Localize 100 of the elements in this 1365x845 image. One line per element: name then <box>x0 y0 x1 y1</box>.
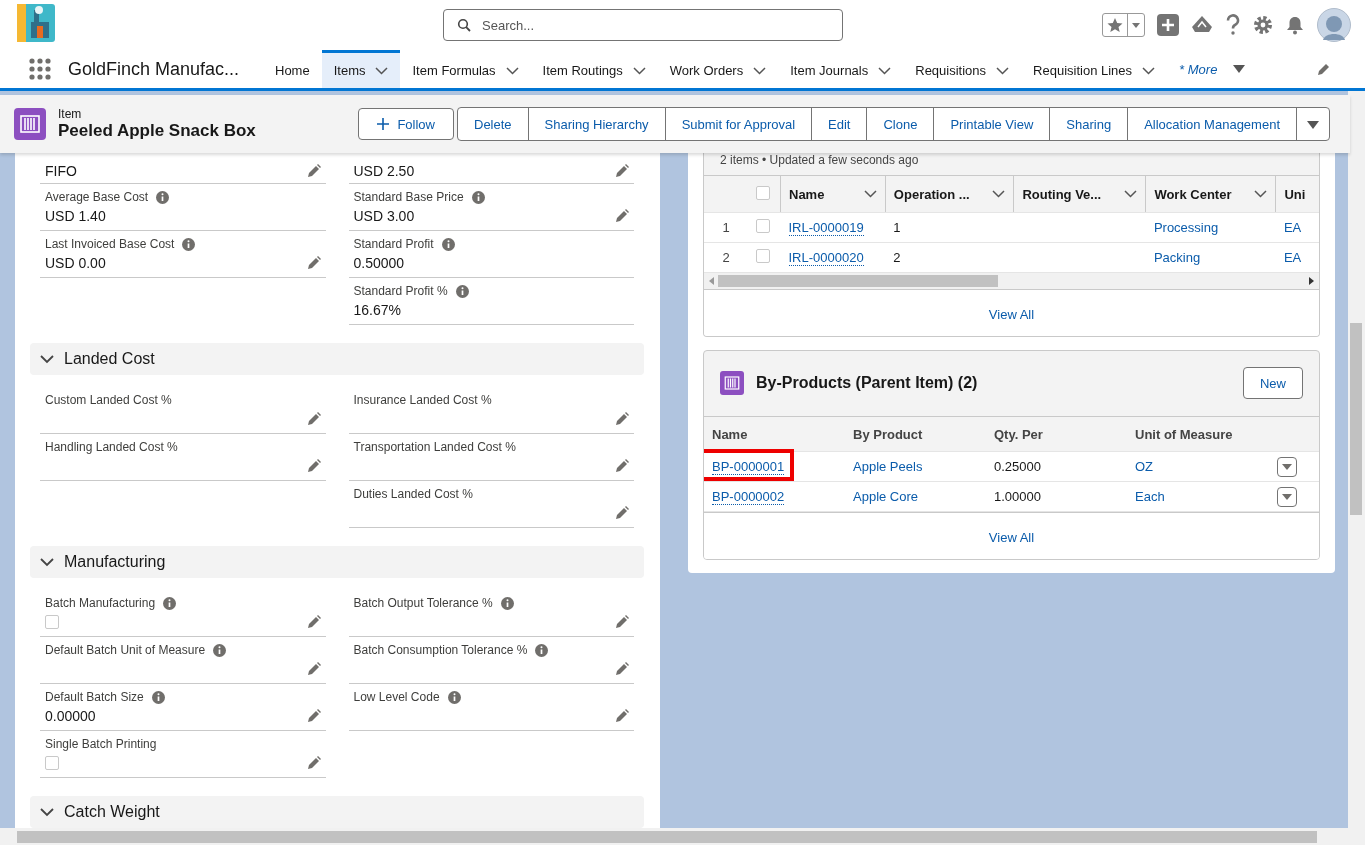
caret-icon[interactable] <box>1233 65 1246 73</box>
edit-icon[interactable] <box>615 412 629 426</box>
info-icon[interactable] <box>535 643 549 657</box>
nav-tab[interactable]: Requisition Lines <box>1021 50 1168 88</box>
chevron-icon[interactable] <box>40 807 54 817</box>
info-icon[interactable] <box>156 190 170 204</box>
chevron-down-icon[interactable] <box>992 190 1006 198</box>
logo-icon[interactable] <box>17 4 55 42</box>
column-header[interactable]: Name <box>780 175 886 213</box>
edit-icon[interactable] <box>615 164 629 178</box>
nav-tab[interactable]: Item Journals <box>778 50 904 88</box>
chevron-down-icon[interactable] <box>863 190 877 198</box>
edit-icon[interactable] <box>615 615 629 629</box>
notifications-icon[interactable] <box>1285 15 1305 35</box>
view-all-link[interactable]: View All <box>988 307 1035 322</box>
edit-icon[interactable] <box>306 412 321 426</box>
action-button[interactable]: Submit for Approval <box>664 108 812 140</box>
section-header[interactable]: Catch Weight <box>30 796 644 828</box>
action-button[interactable]: Delete <box>458 108 528 140</box>
field-label: Single Batch Printing <box>45 737 157 751</box>
edit-icon[interactable] <box>615 506 629 520</box>
column-header[interactable]: Uni <box>1275 175 1319 213</box>
section-header[interactable]: Manufacturing <box>30 546 644 578</box>
section-header[interactable]: Landed Cost <box>30 343 644 375</box>
checkbox[interactable] <box>45 756 59 770</box>
edit-icon[interactable] <box>306 615 321 629</box>
chevron-down-icon[interactable] <box>632 66 646 75</box>
edit-icon[interactable] <box>615 709 629 723</box>
info-icon[interactable] <box>151 690 165 704</box>
nav-tab[interactable]: Item Routings <box>530 50 658 88</box>
action-button[interactable]: Sharing Hierarchy <box>527 108 665 140</box>
edit-icon[interactable] <box>1317 62 1331 76</box>
chevron-icon[interactable] <box>40 354 54 364</box>
nav-tab[interactable]: Home <box>263 50 322 88</box>
edit-icon[interactable] <box>615 459 629 473</box>
scrollbar[interactable] <box>0 828 1365 845</box>
column-header[interactable]: Operation ... <box>885 175 1014 213</box>
record-link[interactable]: OZ <box>1135 459 1154 474</box>
row-menu-button[interactable] <box>1277 456 1297 477</box>
card-title[interactable]: By-Products (Parent Item) (2) <box>756 374 978 392</box>
edit-icon[interactable] <box>306 662 321 676</box>
record-link[interactable]: Packing <box>1153 250 1201 265</box>
action-button[interactable]: Printable View <box>933 108 1050 140</box>
edit-icon[interactable] <box>306 256 321 270</box>
row-checkbox[interactable] <box>756 249 770 263</box>
favorites-button[interactable] <box>1102 13 1145 37</box>
column-header[interactable]: Work Center <box>1145 175 1276 213</box>
new-button[interactable]: New <box>1243 367 1303 399</box>
add-icon[interactable] <box>1157 14 1179 36</box>
help-icon[interactable] <box>1225 14 1241 36</box>
record-link[interactable]: Each <box>1135 489 1165 504</box>
edit-icon[interactable] <box>615 662 629 676</box>
avatar[interactable] <box>1317 8 1351 42</box>
nav-tab[interactable]: Items <box>321 50 401 88</box>
info-icon[interactable] <box>441 237 455 251</box>
action-button[interactable]: Edit <box>811 108 867 140</box>
chevron-down-icon[interactable] <box>1142 66 1156 75</box>
search-field[interactable]: Search... <box>443 9 843 41</box>
column-header[interactable]: Routing Ve... <box>1013 175 1146 213</box>
edit-icon[interactable] <box>306 756 321 770</box>
edit-icon[interactable] <box>615 209 629 223</box>
action-button[interactable]: Allocation Management <box>1127 108 1296 140</box>
scrollbar[interactable] <box>1348 91 1365 828</box>
checkbox[interactable] <box>45 615 59 629</box>
app-launcher-icon[interactable] <box>29 58 51 80</box>
info-icon[interactable] <box>447 690 461 704</box>
chevron-down-icon[interactable] <box>878 66 892 75</box>
edit-icon[interactable] <box>306 459 321 473</box>
info-icon[interactable] <box>213 643 227 657</box>
info-icon[interactable] <box>455 284 469 298</box>
chevron-down-icon[interactable] <box>505 66 519 75</box>
edit-icon[interactable] <box>306 709 321 723</box>
mountain-icon[interactable] <box>1191 15 1213 35</box>
chevron-down-icon[interactable] <box>375 66 389 75</box>
chevron-down-icon[interactable] <box>1124 190 1138 198</box>
info-icon[interactable] <box>471 190 485 204</box>
info-icon[interactable] <box>500 596 514 610</box>
record-title: Peeled Apple Snack Box <box>58 121 256 141</box>
action-button[interactable]: Sharing <box>1049 108 1128 140</box>
more-tab[interactable]: * More <box>1167 50 1258 88</box>
chevron-icon[interactable] <box>40 557 54 567</box>
edit-icon[interactable] <box>306 164 321 178</box>
row-menu-button[interactable] <box>1277 486 1297 507</box>
scroll-right-icon[interactable] <box>1309 277 1315 285</box>
settings-icon[interactable] <box>1253 15 1273 35</box>
info-icon[interactable] <box>163 596 177 610</box>
chevron-down-icon[interactable] <box>1254 190 1268 198</box>
app-name: GoldFinch Manufac... <box>68 58 241 80</box>
action-button[interactable]: Clone <box>866 108 934 140</box>
chevron-down-icon[interactable] <box>753 66 767 75</box>
nav-tab[interactable]: Work Orders <box>657 50 779 88</box>
follow-button[interactable]: Follow <box>358 108 454 140</box>
nav-tab[interactable]: Requisitions <box>903 50 1022 88</box>
row-checkbox[interactable] <box>756 219 770 233</box>
chevron-down-icon[interactable] <box>996 66 1010 75</box>
select-all-checkbox[interactable] <box>756 185 770 200</box>
info-icon[interactable] <box>182 237 196 251</box>
nav-tab[interactable]: Item Formulas <box>400 50 531 88</box>
caret-icon <box>1307 120 1319 129</box>
view-all-link[interactable]: View All <box>988 530 1035 545</box>
